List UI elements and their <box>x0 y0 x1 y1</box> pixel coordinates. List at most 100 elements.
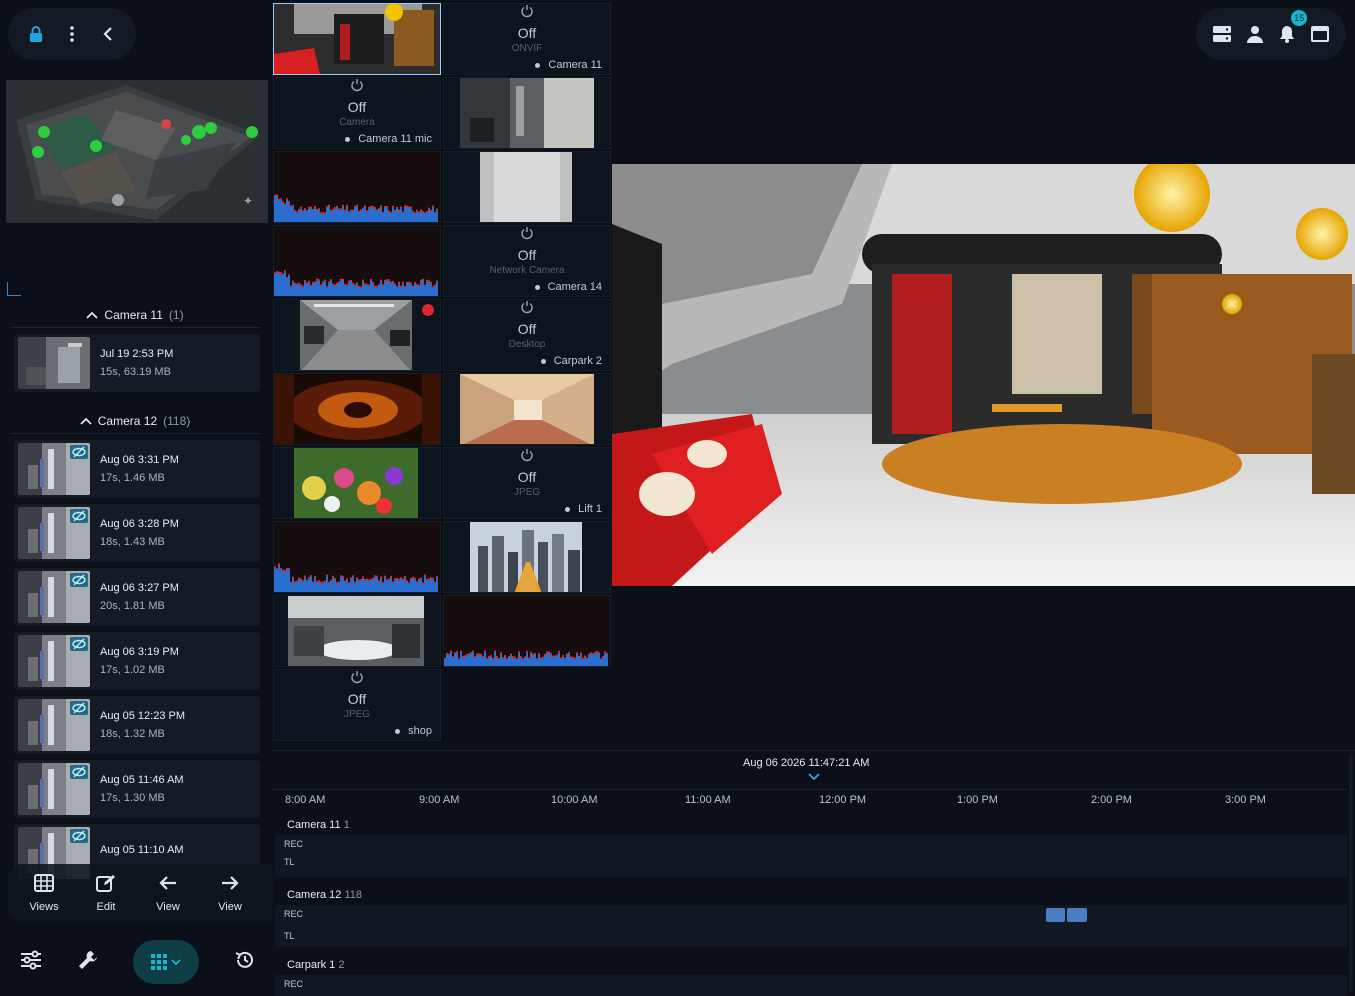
camera-tile-video[interactable] <box>273 595 441 667</box>
track-label-tl: TL <box>284 857 295 867</box>
top-left-toolbar <box>8 8 136 60</box>
camera-tile-video[interactable] <box>443 151 611 223</box>
recording-item[interactable]: Aug 05 12:23 PM 18s, 1.32 MB <box>14 696 260 754</box>
recording-indicator-icon <box>422 304 434 316</box>
track-label-rec: REC <box>284 909 304 919</box>
view-tool-view-button[interactable]: View <box>140 874 196 913</box>
timeline-band[interactable]: REC <box>275 975 1347 996</box>
recording-thumbnail <box>18 699 90 751</box>
camera-tile-video[interactable] <box>443 521 611 593</box>
recording-date: Aug 06 3:27 PM <box>100 582 179 594</box>
window-icon <box>1310 26 1329 42</box>
timeline-row-carpark-1: Carpark 1 2 REC <box>275 959 1347 996</box>
camera-type: Desktop <box>508 339 546 350</box>
view-tool-views-button[interactable]: Views <box>16 873 72 913</box>
timeline-row-label: Camera 12 118 <box>287 889 363 901</box>
recording-group-header[interactable]: Camera 12 (118) <box>10 408 260 434</box>
camera-tile-video[interactable] <box>443 373 611 445</box>
more-menu-button[interactable] <box>58 20 86 48</box>
lock-button[interactable] <box>22 20 50 48</box>
recording-date: Aug 06 3:31 PM <box>100 454 179 466</box>
settings-sliders-button[interactable] <box>20 950 42 975</box>
camera-tile-offline[interactable]: Off ONVIF Camera 11 <box>443 3 611 75</box>
collapse-button[interactable] <box>94 20 122 48</box>
group-count: (1) <box>168 307 184 322</box>
servers-button[interactable] <box>1210 22 1234 46</box>
camera-tile-video[interactable] <box>273 373 441 445</box>
camera-type: Network Camera <box>489 265 565 276</box>
camera-tile-video[interactable] <box>273 299 441 371</box>
window-button[interactable] <box>1308 22 1332 46</box>
tools-button[interactable] <box>77 949 99 976</box>
floor-plan-map[interactable]: ✦ <box>6 80 268 223</box>
audio-level-tile[interactable] <box>443 595 611 667</box>
recording-item[interactable]: Aug 06 3:19 PM 17s, 1.02 MB <box>14 632 260 690</box>
camera-tile-video[interactable] <box>443 77 611 149</box>
recording-date: Aug 06 3:28 PM <box>100 518 179 530</box>
camera-tile-video[interactable] <box>273 3 441 75</box>
camera-type: ONVIF <box>511 43 543 54</box>
timeline-band[interactable]: REC TL <box>275 905 1347 947</box>
camera-tile-offline[interactable]: Off JPEG Lift 1 <box>443 447 611 519</box>
recording-item[interactable]: Jul 19 2:53 PM 15s, 63.19 MB <box>14 334 260 392</box>
timeline-tick-label: 9:00 AM <box>419 794 460 806</box>
chevron-down-icon <box>171 959 181 966</box>
timeline-tick-label: 3:00 PM <box>1225 794 1266 806</box>
timeline-axis: 8:00 AM 9:00 AM 10:00 AM 11:00 AM 12:00 PM 1:… <box>273 789 1347 809</box>
recording-info: 17s, 1.02 MB <box>100 664 165 676</box>
view-tool-view-button[interactable]: View <box>202 874 258 913</box>
timeline-scrollbar[interactable] <box>1349 755 1353 993</box>
power-icon <box>521 227 533 240</box>
notifications-button[interactable]: 15 <box>1275 10 1308 46</box>
bottom-toolbar <box>8 934 268 990</box>
recording-segment[interactable] <box>1046 908 1065 922</box>
audio-level-tile[interactable] <box>273 225 441 297</box>
camera-type: JPEG <box>513 487 541 498</box>
view-tool-edit-button[interactable]: Edit <box>78 874 134 913</box>
arrow-right-icon <box>220 874 240 895</box>
layout-selector-button[interactable] <box>133 940 200 984</box>
history-icon <box>235 951 253 968</box>
timeline-row-camera-12: Camera 12 118 REC TL <box>275 889 1347 953</box>
tool-label: View <box>156 900 180 913</box>
recording-info: 17s, 1.30 MB <box>100 792 165 804</box>
recording-item[interactable]: Aug 06 3:31 PM 17s, 1.46 MB <box>14 440 260 498</box>
timeline-band[interactable]: REC TL <box>275 835 1347 877</box>
tool-label: Views <box>29 900 59 913</box>
camera-grid: Off ONVIF Camera 11 Off Camera Camera 11 mic O… <box>273 3 611 749</box>
recording-item[interactable]: Aug 06 3:27 PM 20s, 1.81 MB <box>14 568 260 626</box>
main-video-view[interactable] <box>612 164 1355 586</box>
timeline-row-label: Camera 11 1 <box>287 819 350 831</box>
recording-item[interactable]: Aug 05 11:46 AM 17s, 1.30 MB <box>14 760 260 818</box>
camera-tile-offline[interactable]: Off JPEG shop <box>273 669 441 741</box>
audio-level-tile[interactable] <box>273 151 441 223</box>
camera-status: Off <box>347 691 367 707</box>
map-resize-handle[interactable] <box>7 282 21 296</box>
timeline-tick-label: 8:00 AM <box>285 794 326 806</box>
camera-name: Camera 11 <box>535 59 602 71</box>
recording-thumbnail <box>18 763 90 815</box>
grid-icon <box>34 873 54 895</box>
camera-name: Lift 1 <box>565 503 602 515</box>
audio-level-tile[interactable] <box>273 521 441 593</box>
hidden-eye-icon <box>70 701 88 715</box>
camera-tile-offline[interactable]: Off Network Camera Camera 14 <box>443 225 611 297</box>
server-icon <box>1213 26 1232 42</box>
tool-label: Edit <box>96 900 116 913</box>
camera-tile-video[interactable] <box>273 447 441 519</box>
timeline-panel[interactable]: Aug 06 2026 11:47:21 AM 8:00 AM 9:00 AM 10… <box>273 750 1355 996</box>
timeline-tick-label: 10:00 AM <box>551 794 598 806</box>
recording-segment[interactable] <box>1067 908 1087 922</box>
account-button[interactable] <box>1243 22 1267 46</box>
recording-item[interactable]: Aug 06 3:28 PM 18s, 1.43 MB <box>14 504 260 562</box>
history-button[interactable] <box>234 949 256 976</box>
recording-thumbnail <box>18 571 90 623</box>
camera-tile-offline[interactable]: Off Desktop Carpark 2 <box>443 299 611 371</box>
svg-text:✦: ✦ <box>243 194 253 208</box>
chevron-down-icon[interactable] <box>808 773 820 781</box>
floor-plan-panel: ✦ <box>0 70 270 300</box>
recording-group-header[interactable]: Camera 11 (1) <box>10 302 260 328</box>
recording-date: Aug 05 12:23 PM <box>100 710 186 722</box>
camera-tile-offline[interactable]: Off Camera Camera 11 mic <box>273 77 441 149</box>
more-vertical-icon <box>70 26 74 42</box>
